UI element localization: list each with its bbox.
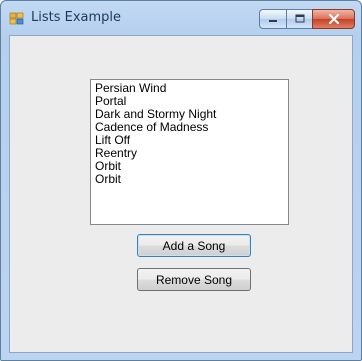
add-song-button[interactable]: Add a Song xyxy=(137,234,251,257)
app-icon xyxy=(9,11,25,27)
maximize-icon xyxy=(295,14,304,23)
close-icon xyxy=(328,13,339,25)
minimize-icon xyxy=(269,20,277,22)
maximize-button[interactable] xyxy=(286,9,312,29)
remove-song-button[interactable]: Remove Song xyxy=(137,268,251,291)
minimize-button[interactable] xyxy=(259,9,286,29)
client-area: Persian Wind Portal Dark and Stormy Nigh… xyxy=(9,35,353,353)
caption-buttons xyxy=(259,9,355,29)
app-window: Lists Example Persian Wind Portal Dark a… xyxy=(0,0,362,361)
list-item[interactable]: Orbit xyxy=(95,160,284,173)
close-button[interactable] xyxy=(312,9,355,29)
songs-listbox[interactable]: Persian Wind Portal Dark and Stormy Nigh… xyxy=(90,79,289,225)
list-item[interactable]: Orbit xyxy=(95,173,284,186)
list-item[interactable]: Reentry xyxy=(95,147,284,160)
window-title: Lists Example xyxy=(31,10,122,25)
title-bar[interactable]: Lists Example xyxy=(1,1,361,35)
